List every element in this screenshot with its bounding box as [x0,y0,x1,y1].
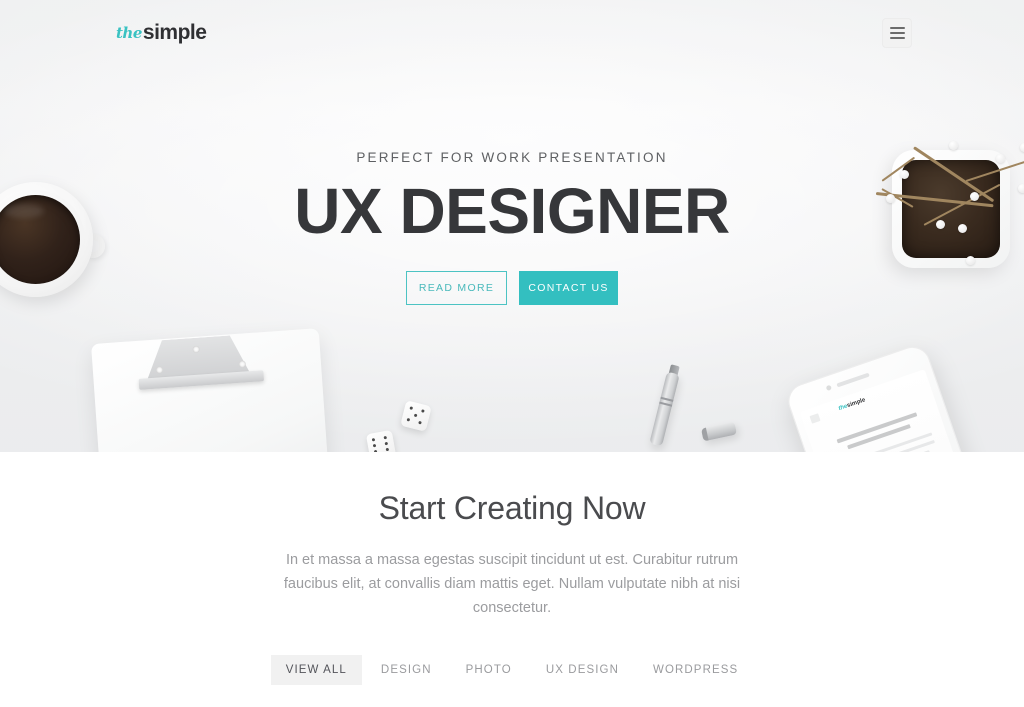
dice-photo-prop [400,400,432,432]
hamburger-bar [889,27,905,29]
landing-page: thesimple the simple PERFECT FOR WORK PR… [0,0,1024,707]
hero-eyebrow: PERFECT FOR WORK PRESENTATION [356,150,668,165]
read-more-button[interactable]: READ MORE [406,271,507,306]
dice-photo-prop [365,429,397,452]
marker-body [649,371,680,447]
hero-content: PERFECT FOR WORK PRESENTATION UX DESIGNE… [0,150,1024,306]
filter-view-all[interactable]: VIEW ALL [270,654,362,685]
portfolio-section: Start Creating Now In et massa a massa e… [0,452,1024,707]
filter-wordpress[interactable]: WORDPRESS [638,655,753,685]
hamburger-bar [889,32,905,34]
top-navigation-bar: the simple [0,0,1024,66]
filter-ux-design[interactable]: UX DESIGN [531,655,634,685]
site-logo[interactable]: the simple [116,21,207,45]
phone-logo: thesimple [838,397,866,412]
hamburger-bar [889,37,905,39]
hamburger-menu-icon[interactable] [882,18,912,48]
phone-hamburger-icon [809,413,821,424]
portfolio-filter-tabs: VIEW ALL DESIGN PHOTO UX DESIGN WORDPRES… [0,654,1024,685]
clipboard-photo-prop [91,328,329,452]
berry [949,141,958,150]
logo-prefix-text: the [116,24,142,42]
hero-button-group: READ MORE CONTACT US [0,271,1024,306]
marker-pen-photo-prop [649,364,680,447]
page-title: UX DESIGNER [294,175,730,247]
section-title: Start Creating Now [378,490,646,526]
hero-section: thesimple the simple PERFECT FOR WORK PR… [0,0,1024,452]
logo-name-text: simple [142,21,207,44]
filter-photo[interactable]: PHOTO [451,655,527,685]
phone-logo-name: simple [846,397,867,410]
contact-us-button[interactable]: CONTACT US [519,271,618,306]
marker-cap-photo-prop [701,421,737,442]
section-description: In et massa a massa egestas suscipit tin… [283,552,741,616]
filter-design[interactable]: DESIGN [366,655,447,685]
smartphone-mockup-photo-prop: thesimple [783,341,973,452]
